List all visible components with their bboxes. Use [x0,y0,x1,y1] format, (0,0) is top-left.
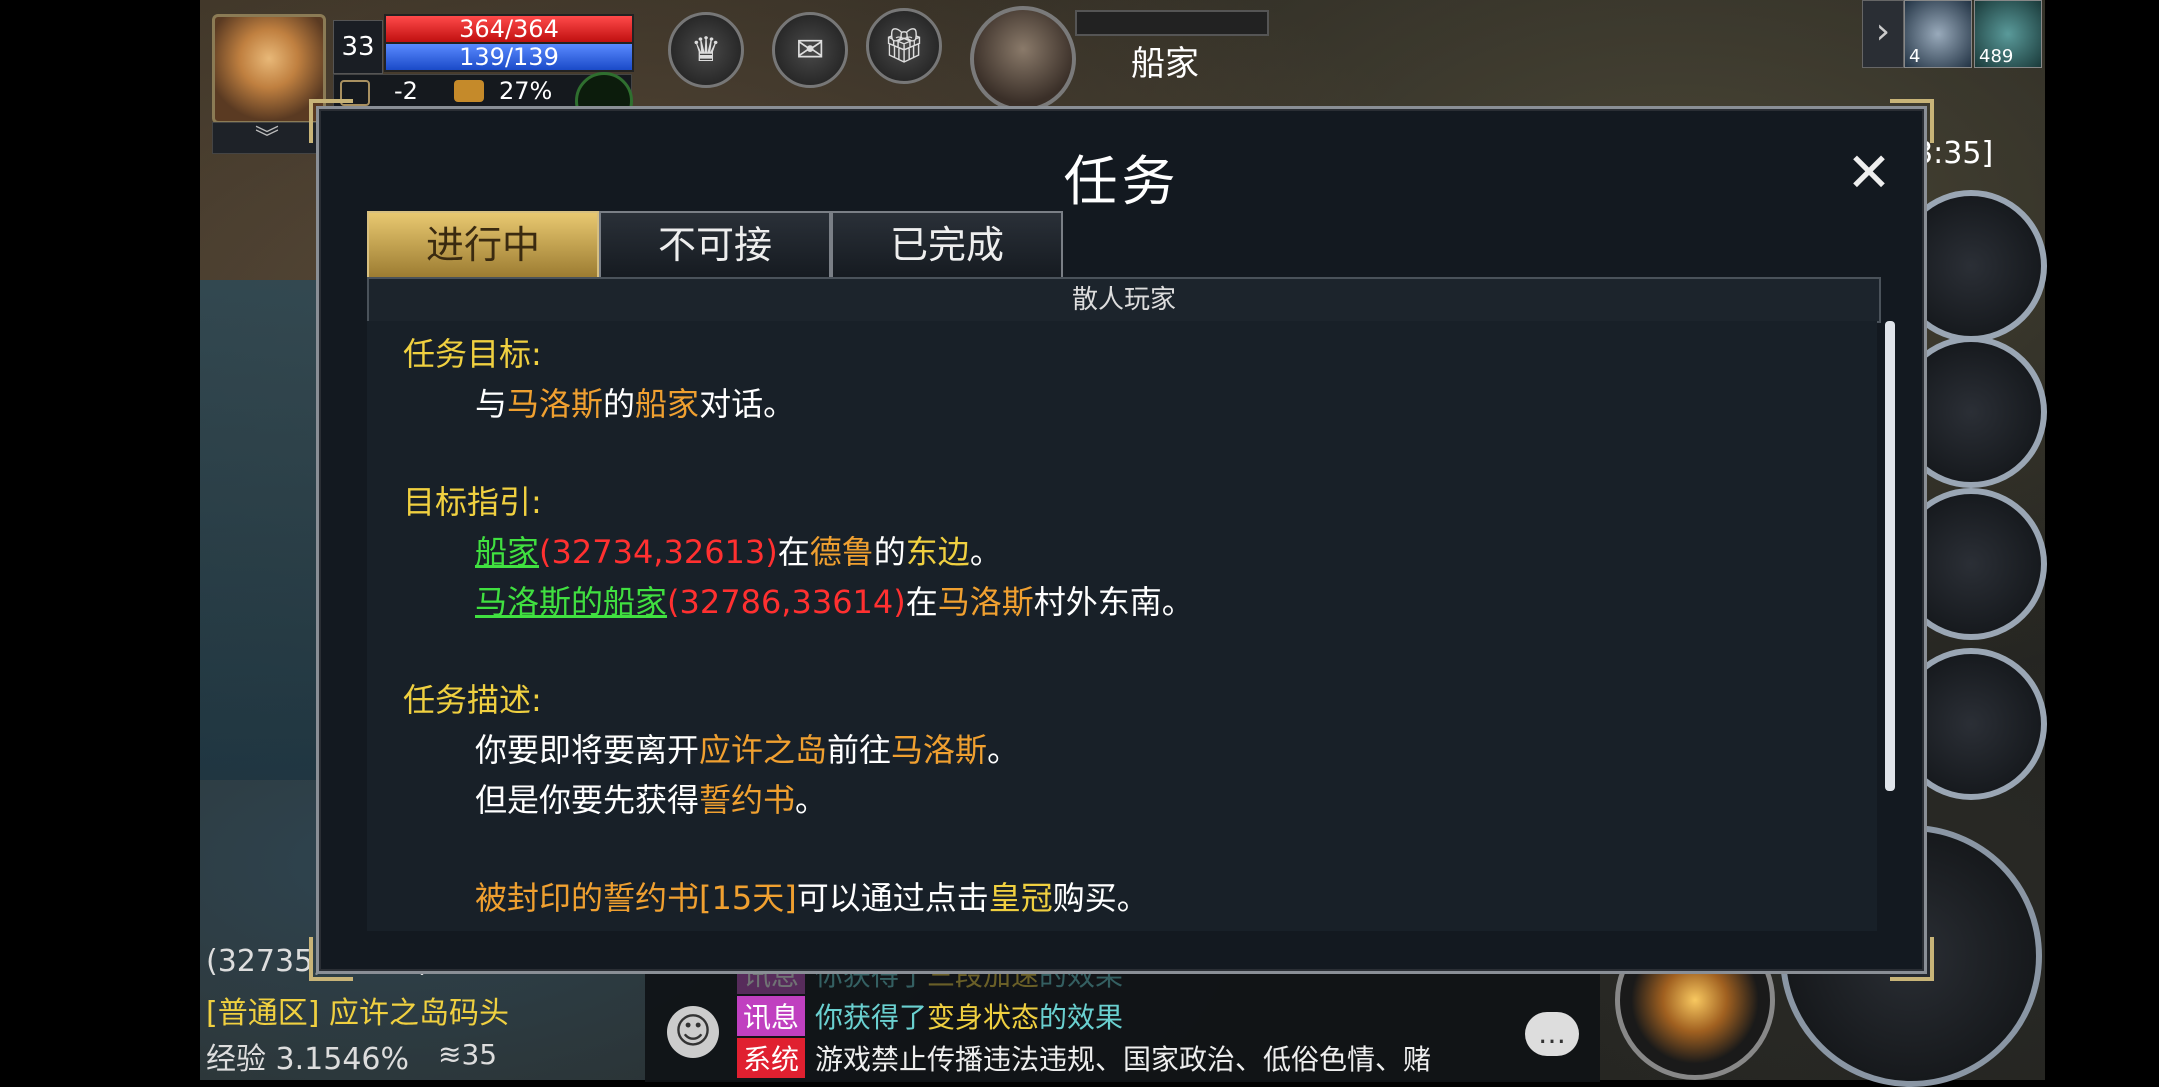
chat-line: 讯息 你获得了变身状态的效果 [737,996,1123,1036]
mail-button[interactable]: ✉ [772,12,848,88]
close-icon[interactable]: ✕ [1839,145,1899,205]
wifi-icon: ≋ [438,1038,462,1071]
gift-button[interactable]: 🎁︎ [866,8,942,84]
target-npc-portrait[interactable] [970,6,1076,112]
tab-completed[interactable]: 已完成 [831,211,1063,281]
tab-unavailable[interactable]: 不可接 [599,211,831,281]
buff-dragon-icon[interactable]: 489 [1974,0,2042,68]
buff-count: 4 [1909,46,1921,67]
latency-value: 35 [461,1038,498,1071]
buff-wolf-icon[interactable]: 4 [1904,0,1972,68]
buff-count: 489 [1979,46,2014,67]
buff-expand-button[interactable]: › [1862,0,1904,68]
guide-heading: 目标指引: [403,483,542,521]
tab-in-progress[interactable]: 进行中 [367,211,599,281]
frame-corner [1890,937,1934,981]
content-scrollbar[interactable] [1885,321,1895,791]
gift-icon: 🎁︎ [882,26,926,66]
npc-link[interactable]: 船家 [475,533,539,571]
exp-percent: 经验 3.1546% [206,1042,410,1077]
mail-icon: ✉ [795,30,825,70]
crown-icon: ♛ [690,30,722,70]
dialog-title: 任务 [1063,150,1180,213]
mp-bar: 139/139 [384,42,634,72]
frame-corner [309,937,353,981]
target-npc-name: 船家 [1131,44,1199,84]
chat-line: 系统 游戏禁止传播违法违规、国家政治、低俗色情、赌 [737,1038,1431,1078]
hp-bar: 364/364 [384,14,634,44]
quest-content: 任务目标: 与马洛斯的船家对话。 目标指引: 船家(32734,32613)在德… [367,321,1877,931]
target-hp-bar [1075,10,1269,36]
guide-line-2: 马洛斯的船家(32786,33614)在马洛斯村外东南。 [475,583,1194,621]
description-line-2: 但是你要先获得誓约书。 [475,781,828,819]
description-line-3: 被封印的誓约书[15天]可以通过点击皇冠购买。 [475,879,1149,917]
emoji-button[interactable]: ☺ [667,1006,719,1058]
quest-category-header[interactable]: 散人玩家 [367,277,1881,323]
armor-value: -2 [394,77,418,105]
food-icon [454,80,484,102]
zone-name: [普通区] 应许之岛码头 [206,996,509,1031]
description-heading: 任务描述: [403,681,542,719]
player-level: 33 [333,20,383,74]
chat-open-icon[interactable]: … [1525,1012,1579,1056]
description-line-1: 你要即将要离开应许之岛前往马洛斯。 [475,731,1020,769]
expand-hud-button[interactable]: ︾ [212,122,322,154]
npc-link[interactable]: 马洛斯的船家 [475,583,667,621]
objective-text: 与马洛斯的船家对话。 [475,385,796,423]
objective-heading: 任务目标: [403,335,542,373]
food-value: 27% [499,77,553,105]
guide-line-1: 船家(32734,32613)在德鲁的东边。 [475,533,1002,571]
crown-shop-button[interactable]: ♛ [668,12,744,88]
quest-dialog: 任务 ✕ 进行中 不可接 已完成 散人玩家 任务目标: 与马洛斯的船家对话。 目… [309,99,1934,981]
signal-strength: ≋35 [438,1038,497,1071]
